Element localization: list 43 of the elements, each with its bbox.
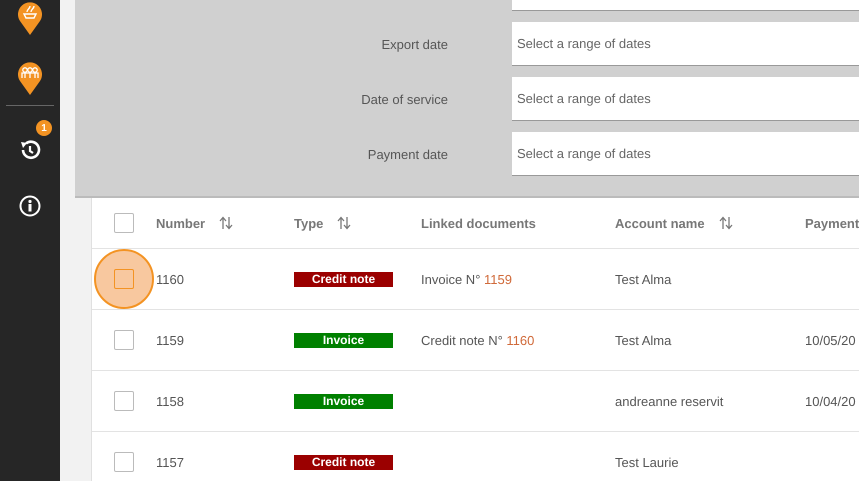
document-link[interactable]: 1159 bbox=[484, 272, 512, 286]
table-cell: 1159 bbox=[156, 332, 184, 348]
table-cell: Invoice N° 1159 bbox=[421, 272, 512, 286]
type-tag: Invoice bbox=[294, 333, 393, 348]
date-range-field[interactable]: Select a range of dates bbox=[512, 132, 859, 176]
type-tag: Invoice bbox=[294, 394, 393, 409]
table-cell: Test Laurie bbox=[615, 454, 679, 470]
document-link[interactable]: 1160 bbox=[506, 332, 534, 348]
checkbox[interactable] bbox=[114, 391, 134, 411]
map-pin-icon[interactable] bbox=[17, 0, 43, 36]
filter-label: Date of service bbox=[360, 92, 449, 106]
date-range-field[interactable]: Select a range of dates bbox=[512, 22, 859, 66]
checkbox[interactable] bbox=[114, 269, 134, 289]
table-cell: 10/04/20 bbox=[805, 394, 856, 408]
table-cell: Test Alma bbox=[615, 332, 672, 348]
column-header[interactable]: Account name bbox=[615, 216, 705, 230]
column-header[interactable]: Number bbox=[156, 216, 206, 230]
filter-label: Export date bbox=[380, 36, 449, 52]
history-icon[interactable] bbox=[18, 138, 42, 162]
table-cell: andreanne reservit bbox=[615, 394, 724, 408]
type-tag: Credit note bbox=[294, 455, 393, 470]
table-cell: Credit note N° 1160 bbox=[421, 332, 534, 348]
input-field[interactable] bbox=[512, 0, 859, 11]
sort-icon[interactable] bbox=[219, 216, 234, 230]
checkbox[interactable] bbox=[114, 452, 134, 472]
table-cell: 10/05/20 bbox=[805, 332, 856, 348]
date-range-field[interactable]: Select a range of dates bbox=[512, 77, 859, 121]
map-pin-icon[interactable] bbox=[17, 60, 43, 96]
checkbox[interactable] bbox=[114, 213, 134, 233]
sort-icon[interactable] bbox=[337, 216, 352, 230]
table-cell: 1160 bbox=[156, 272, 184, 286]
table-cell: Test Alma bbox=[615, 272, 672, 286]
column-header[interactable]: Payment bbox=[805, 216, 859, 230]
type-tag: Credit note bbox=[294, 272, 393, 287]
checkbox[interactable] bbox=[114, 330, 134, 350]
sort-icon[interactable] bbox=[718, 216, 733, 230]
column-header[interactable]: Type bbox=[294, 216, 324, 230]
filter-label: Payment date bbox=[366, 146, 449, 162]
table-cell: 1158 bbox=[156, 394, 184, 408]
table-cell: 1157 bbox=[156, 454, 184, 470]
column-header[interactable]: Linked documents bbox=[421, 216, 536, 230]
notification-badge: 1 bbox=[36, 120, 52, 136]
info-icon[interactable] bbox=[19, 195, 41, 217]
